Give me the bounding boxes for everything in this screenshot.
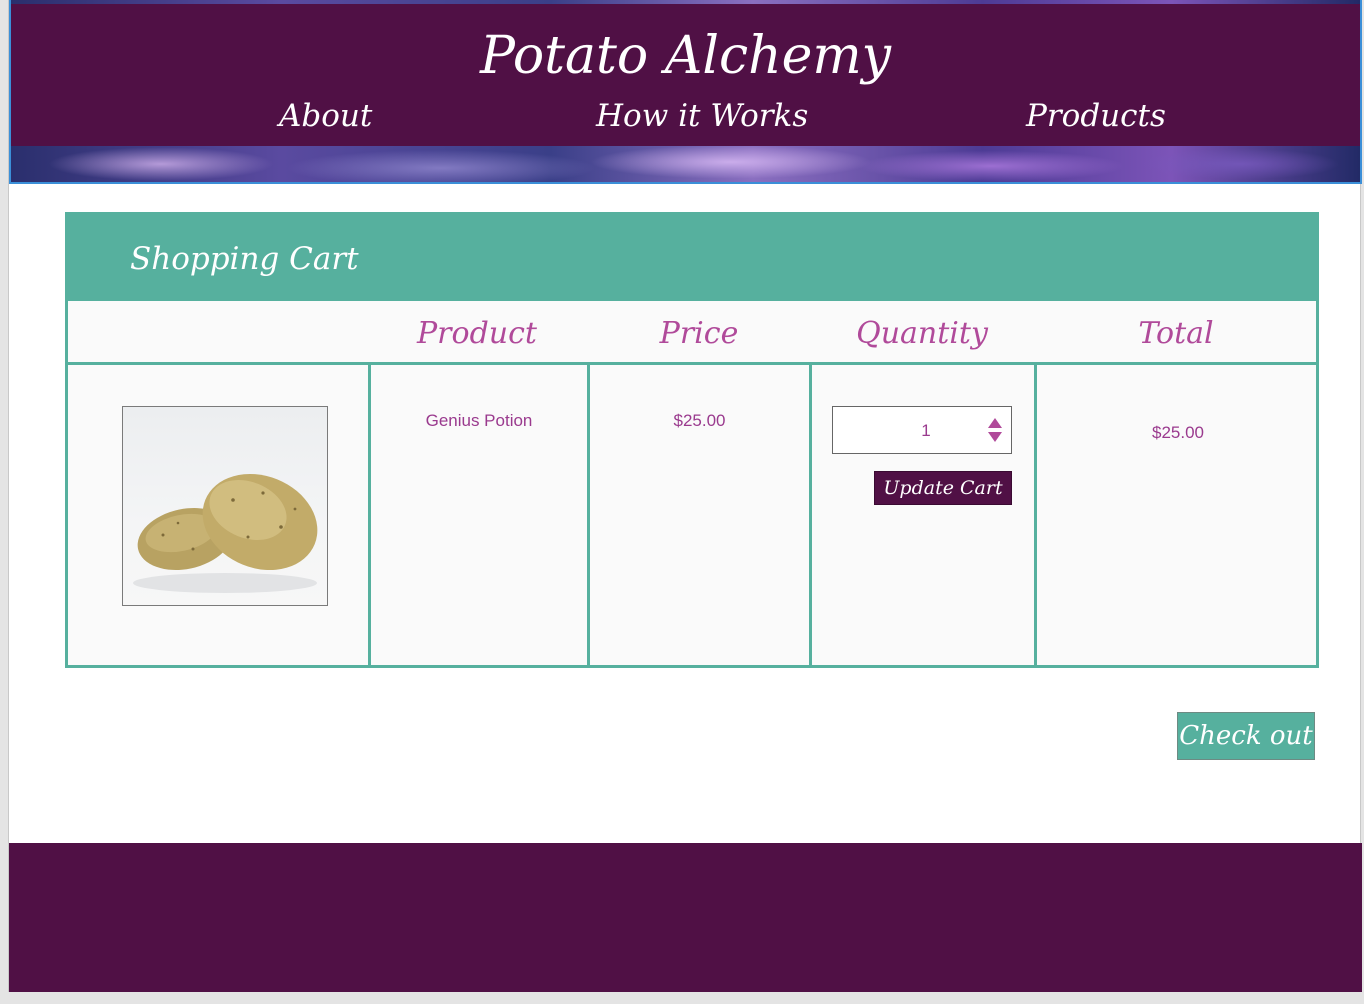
column-header-product: Product [417,316,537,351]
cart-header: Shopping Cart [68,215,1316,301]
column-header-quantity: Quantity [856,316,988,351]
column-header-price: Price [659,316,739,351]
nav-link-products[interactable]: Products [1026,96,1166,136]
cart-title: Shopping Cart [130,241,359,277]
nav-link-about[interactable]: About [279,96,372,136]
shopping-cart: Shopping Cart Product Price Quantity Tot… [65,212,1319,668]
header-divider [68,362,1316,365]
site-title: Potato Alchemy [479,26,892,86]
nav-link-how-it-works[interactable]: How it Works [596,96,808,136]
page: Potato Alchemy About How it Works Produc… [8,0,1362,992]
update-cart-button[interactable]: Update Cart [874,471,1012,505]
product-image[interactable] [122,406,328,606]
stepper-arrows-icon[interactable] [987,417,1003,443]
potato-image [133,473,318,593]
product-price: $25.00 [673,411,726,430]
column-header-total: Total [1138,316,1214,351]
checkout-button[interactable]: Check out [1177,712,1315,760]
line-total: $25.00 [1152,423,1204,442]
site-footer [9,843,1362,992]
column-divider [809,365,812,668]
product-name[interactable]: Genius Potion [371,410,587,432]
site-header: Potato Alchemy About How it Works Produc… [9,0,1362,184]
quantity-stepper[interactable]: 1 [832,406,1012,454]
column-divider [1034,365,1037,668]
